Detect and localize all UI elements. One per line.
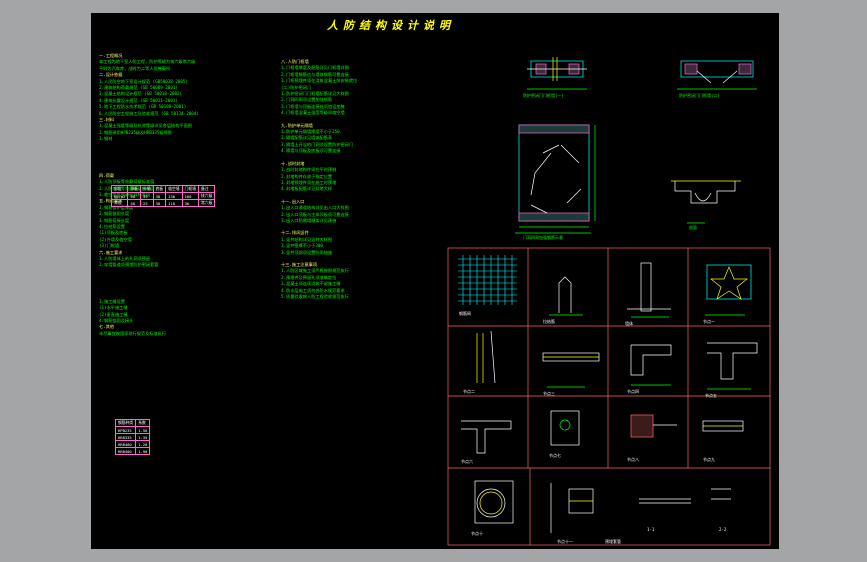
detail-label: 节点三 [543,391,555,396]
rebar-mesh-detail [458,255,517,305]
note-line: 3.出入口防倒塌棚架详见建施 [281,217,337,223]
detail-label: 2-2 [719,527,727,532]
detail-label: 节点五 [705,393,717,398]
table-cell: 核六级 [197,192,216,200]
note-line: 1.出入口通道结构详见出入口大样图 [281,205,349,211]
door-frame-detail-1 [527,57,587,90]
caption-section: 剖面 [689,225,697,230]
note-line: 1.人防区域施工须严格按照规范执行 [281,268,349,274]
drawing-title: 人防结构设计说明 [327,19,455,32]
detail-label: 节点四 [627,389,639,394]
caption-door-frame-2: 防护密闭门门框墙(二) [679,93,720,98]
table-cell: 系数 [135,419,151,427]
note-line: 5.地下工程防水技术规范 (GB 50108-2001) [99,104,187,110]
wall-section-detail [671,180,741,224]
detail-label: 节点一 [703,319,715,324]
detail-grid [447,247,771,546]
detail-label: 拉结筋 [543,319,555,324]
note-line: 3.钢材 [99,136,113,142]
row4-details [474,480,731,533]
table-cell: 底板 [152,185,167,193]
door-frame-detail-2 [677,60,757,90]
tie-bar-detail [549,276,583,316]
table-cell: HRB335 [114,433,137,441]
table-cell: 常六级 [197,199,216,207]
table-row: HRB335 1.35 [114,433,151,441]
table-row: 钢筋种类 系数 [114,419,151,427]
table-cell: 常规 [110,199,129,207]
table-cell: 30 [152,192,167,200]
table-cell: 1.90 [135,447,151,455]
table-cell: 30 [152,199,167,207]
note-line: 3.门框预埋件须在浇筑混凝土前安装就位 [281,78,358,84]
table-cell: 1.35 [135,433,151,441]
note-line: 1.门框墙厚度及配筋详见门框墙详图 [281,65,349,71]
detail-label: 节点八 [627,457,639,462]
detail-label: 节点九 [703,457,715,462]
note-line: 2.穿墙管道须预埋防护密闭套管 [99,262,159,268]
note-line: 未尽事宜按国家现行规范及标准执行 [99,330,167,336]
table-row: HRB400 1.20 [114,440,151,448]
table-cell: 部位 [110,185,129,193]
table-cell: 1.20 [135,440,151,448]
detail-label: 1-1 [647,527,655,532]
note-line: 4.封堵板配筋详见封堵大样 [281,186,333,192]
detail-label: 节点七 [549,453,561,458]
table-cell: HRB400 [114,440,137,448]
table-cell: RRB400 [114,447,137,455]
caption-door-opening: 门洞四周加强钢筋示意 [523,235,563,240]
table-cell: 130 [165,192,183,200]
node-star-detail [705,264,752,316]
detail-label: 节点十一 [557,539,573,544]
drawing-sheet: 人防结构设计说明 一.工程概况 本工程为地下室人防工程，防护等级为核六级常六级 平时… [91,13,779,549]
table-cell: 25 [140,199,154,207]
table-cell: 钢筋种类 [114,419,137,427]
detail-label: 节点六 [461,459,473,464]
wall-detail [627,262,671,318]
door-opening-elevation [515,124,596,234]
note-line: 4.门框墙混凝土强度等级同临空墙 [281,110,345,116]
note-line: 本工程为地下室人防工程，防护等级为核六级常六级 [99,59,196,65]
detail-label: 节点二 [463,389,475,394]
table-row: kN/m2 60 35 30 130 160 核六级 [110,192,216,200]
detail-label: 节点十 [471,531,483,536]
table-cell: 顶板 [127,185,142,193]
table-cell: kN/m2 [110,192,129,200]
note-line: 4.隔墙与顶板及底板须可靠连接 [281,148,341,154]
table-cell: 35 [140,192,154,200]
table-cell: 36 [181,199,200,207]
detail-label: 墙体 [625,321,633,326]
note-line: 5.质量验收按人防工程验收规范执行 [281,294,349,299]
rebar-factor-table: 钢筋种类 系数 HPB235 1.50 HRB335 1.35 HRB400 1.20 RRB4… [114,419,151,455]
table-row: 常规 50 25 30 110 36 常六级 [110,199,216,207]
table-cell: 160 [181,192,200,200]
table-cell: 外墙 [140,185,154,193]
load-table: 部位 顶板 外墙 底板 临空墙 门框墙 备注 kN/m2 60 35 30 130 160 核六级 常规 50… [110,185,216,207]
table-row: RRB400 1.90 [114,447,151,455]
table-cell: 60 [127,192,142,200]
table-cell: 门框墙 [181,185,200,193]
table-row: 部位 顶板 外墙 底板 临空墙 门框墙 备注 [110,185,216,193]
note-line: 3.竖井顶部须设置防雨措施 [281,249,333,255]
caption-door-frame-1: 防护密闭门门框墙(一) [523,93,564,98]
note-line: 2.出入口顶板与主体顶板须可靠连接 [281,211,349,217]
table-row: HPB235 1.50 [114,426,151,434]
note-line: 1.混凝土强度等级及抗渗等级详见各层结构平面图 [99,123,192,129]
table-cell: HPB235 [114,426,137,434]
table-cell: 110 [165,199,183,207]
table-cell: 50 [127,199,142,207]
detail-label: 钢筋网 [459,311,471,316]
table-cell: 临空墙 [165,185,183,193]
table-cell: 1.50 [135,426,151,434]
row3-details [461,410,744,454]
table-cell: 备注 [197,185,216,193]
detail-label: 预埋套管 [605,539,621,544]
row2-details [476,330,758,390]
middle-notes-column: 八.人防门框墙 1.门框墙厚度及配筋详见门框墙详图 2.门框墙钢筋应与墙体钢筋可靠连… [281,53,357,300]
